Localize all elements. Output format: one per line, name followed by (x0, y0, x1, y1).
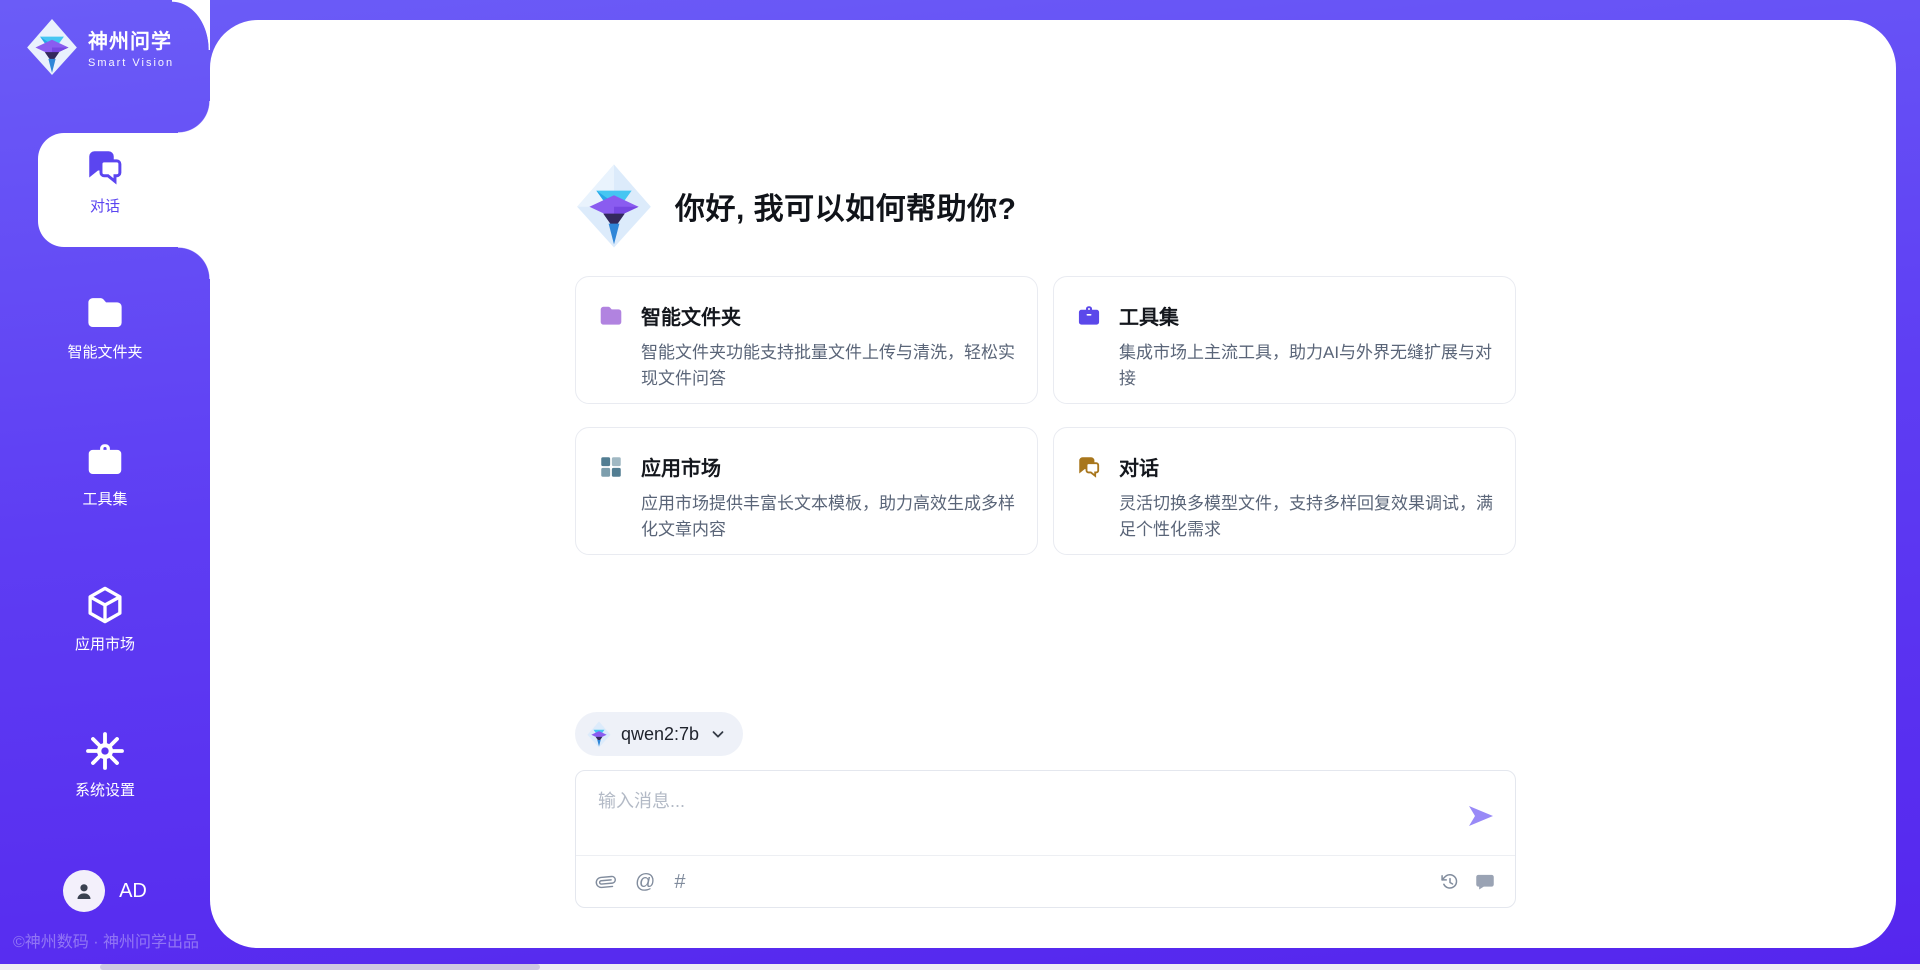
attachment-icon (592, 867, 620, 895)
user-name: AD (119, 880, 147, 903)
card-head: 应用市场 (596, 452, 1011, 481)
card-title: 对话 (1119, 452, 1159, 481)
message-composer: @ # (575, 770, 1516, 908)
folder-icon (84, 292, 126, 334)
sidebar-item-label: 应用市场 (75, 633, 135, 654)
card-description: 智能文件夹功能支持批量文件上传与清洗，轻松实现文件问答 (641, 340, 1025, 391)
message-input[interactable] (596, 785, 1430, 847)
sidebar-item-label: 对话 (90, 195, 120, 216)
card-description: 集成市场上主流工具，助力AI与外界无缝扩展与对接 (1119, 340, 1503, 391)
user-profile[interactable]: AD (0, 870, 210, 912)
chat-icon (84, 146, 126, 188)
card-title: 工具集 (1119, 301, 1179, 330)
composer-toolbar-right (1440, 872, 1495, 892)
mention-button[interactable]: @ (635, 872, 655, 892)
send-icon (1465, 800, 1497, 832)
card-app-market[interactable]: 应用市场 应用市场提供丰富长文本模板，助力高效生成多样化文章内容 (575, 427, 1038, 555)
feedback-bubble-icon (1475, 872, 1495, 892)
greeting: 你好, 我可以如何帮助你? (575, 163, 1017, 249)
sidebar-item-label: 系统设置 (75, 779, 135, 800)
model-name: qwen2:7b (621, 724, 699, 745)
horizontal-scrollbar (0, 964, 1920, 970)
app-logo-icon (26, 18, 78, 76)
gear-icon (84, 730, 126, 772)
chat-icon (1076, 454, 1102, 480)
card-toolset[interactable]: 工具集 集成市场上主流工具，助力AI与外界无缝扩展与对接 (1053, 276, 1516, 404)
main-content: 你好, 我可以如何帮助你? 智能文件夹 智能文件夹功能支持批量文件上传与清洗，轻… (575, 0, 1516, 970)
history-button[interactable] (1440, 872, 1460, 892)
briefcase-icon (84, 439, 126, 481)
person-icon (72, 879, 96, 903)
hashtag-icon: # (674, 872, 685, 892)
feature-cards: 智能文件夹 智能文件夹功能支持批量文件上传与清洗，轻松实现文件问答 工具集 集成… (575, 276, 1516, 555)
sidebar-item-settings[interactable]: 系统设置 (0, 730, 210, 800)
hashtag-button[interactable]: # (674, 872, 685, 892)
card-head: 智能文件夹 (596, 301, 1011, 330)
sidebar-item-label: 工具集 (82, 488, 127, 509)
sidebar: 神州问学 Smart Vision 对话 智能文件夹 工具集 应用市场 (0, 0, 210, 970)
app-subtitle: Smart Vision (88, 57, 174, 69)
logo-diamond-icon (587, 721, 611, 748)
greeting-text: 你好, 我可以如何帮助你? (675, 184, 1017, 228)
card-title: 应用市场 (641, 452, 721, 481)
sidebar-item-toolset[interactable]: 工具集 (0, 439, 210, 509)
model-selector[interactable]: qwen2:7b (575, 712, 743, 756)
card-title: 智能文件夹 (641, 301, 741, 330)
card-head: 工具集 (1074, 301, 1489, 330)
app-title: 神州问学 (88, 25, 174, 54)
folder-icon (598, 303, 624, 329)
card-head: 对话 (1074, 452, 1489, 481)
send-button[interactable] (1463, 799, 1499, 835)
assistant-logo-icon (575, 163, 653, 249)
cube-icon (84, 584, 126, 626)
brand-text: 神州问学 Smart Vision (88, 25, 174, 69)
card-smart-folder[interactable]: 智能文件夹 智能文件夹功能支持批量文件上传与清洗，轻松实现文件问答 (575, 276, 1038, 404)
horizontal-scrollbar-thumb[interactable] (100, 964, 540, 970)
copyright: ©神州数码 · 神州问学出品 (13, 928, 199, 952)
sidebar-item-label: 智能文件夹 (67, 341, 142, 362)
chevron-down-icon (709, 725, 727, 743)
card-description: 应用市场提供丰富长文本模板，助力高效生成多样化文章内容 (641, 491, 1025, 542)
brand: 神州问学 Smart Vision (26, 18, 174, 76)
history-icon (1440, 872, 1460, 892)
feedback-button[interactable] (1475, 872, 1495, 892)
attachment-button[interactable] (596, 872, 616, 892)
mention-icon: @ (635, 872, 655, 892)
card-description: 灵活切换多模型文件，支持多样回复效果调试，满足个性化需求 (1119, 491, 1503, 542)
composer-toolbar: @ # (576, 856, 1515, 907)
briefcase-icon (1076, 303, 1102, 329)
sidebar-item-app-market[interactable]: 应用市场 (0, 584, 210, 654)
card-chat[interactable]: 对话 灵活切换多模型文件，支持多样回复效果调试，满足个性化需求 (1053, 427, 1516, 555)
grid-icon (598, 454, 624, 480)
sidebar-item-smart-folder[interactable]: 智能文件夹 (0, 292, 210, 362)
sidebar-item-chat[interactable]: 对话 (0, 146, 210, 216)
avatar (63, 870, 105, 912)
model-selector-row: qwen2:7b (575, 712, 743, 756)
